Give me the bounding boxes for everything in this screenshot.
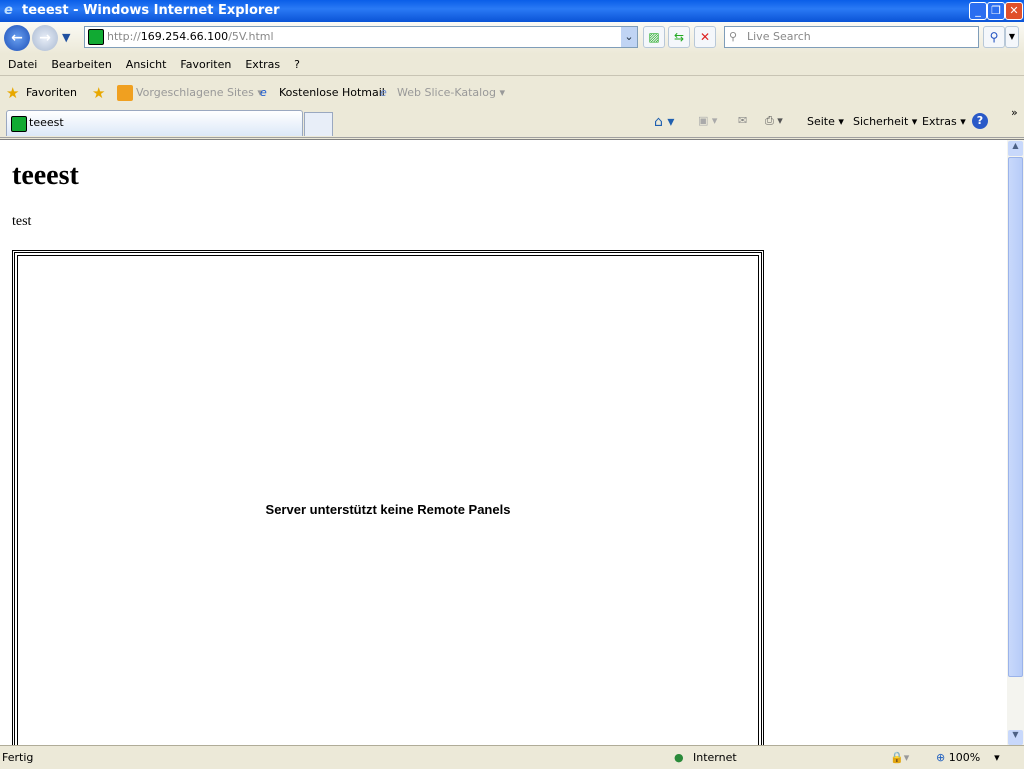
menu-extras[interactable]: Extras xyxy=(245,58,280,71)
page-heading: teeest xyxy=(12,160,79,191)
print-icon[interactable]: ⎙ ▾ xyxy=(765,114,783,128)
title-bar: e teeest - Windows Internet Explorer xyxy=(0,0,1024,22)
labview-favicon-icon xyxy=(88,29,104,45)
globe-icon: ● xyxy=(674,751,684,764)
scroll-up-button[interactable]: ▲ xyxy=(1008,141,1023,156)
address-row: ← → ▼ http://169.254.66.100/5V.html ⌄ ▨ … xyxy=(0,22,1024,54)
scroll-down-button[interactable]: ▼ xyxy=(1008,730,1023,745)
zoom-level: 100% xyxy=(948,751,981,764)
tools-menu-label: Extras xyxy=(922,115,957,128)
close-button[interactable]: ✕ xyxy=(1005,2,1023,20)
favorites-bar: ★ Favoriten ★ Vorgeschlagene Sites ▾ e K… xyxy=(0,78,1024,108)
star-icon: ★ xyxy=(6,84,20,102)
suggested-sites-link[interactable]: Vorgeschlagene Sites ▾ xyxy=(136,78,263,108)
protected-mode-icon[interactable]: 🔒▾ xyxy=(890,746,909,769)
search-button[interactable]: ⚲ xyxy=(983,26,1005,48)
web-slice-icon: e xyxy=(380,86,387,99)
page-menu-label: Seite xyxy=(807,115,835,128)
home-icon[interactable]: ⌂ ▾ xyxy=(654,114,674,130)
security-menu[interactable]: Sicherheit ▾ xyxy=(853,115,917,128)
status-bar: Fertig ● Internet 🔒▾ ⊕ 100% ▾ xyxy=(0,745,1024,768)
security-menu-label: Sicherheit xyxy=(853,115,909,128)
mail-icon[interactable]: ✉ xyxy=(738,114,747,127)
menu-bearbeiten[interactable]: Bearbeiten xyxy=(51,58,111,71)
menu-help[interactable]: ? xyxy=(294,58,300,71)
page-text: test xyxy=(12,214,32,229)
new-tab-button[interactable] xyxy=(304,112,333,136)
url-host: 169.254.66.100 xyxy=(140,30,229,43)
help-icon[interactable]: ? xyxy=(972,113,988,129)
scroll-thumb[interactable] xyxy=(1008,157,1023,677)
add-favorite-icon[interactable]: ★ xyxy=(92,78,105,108)
tab-title: teeest xyxy=(29,116,64,129)
page-content: teeest test Server unterstützt keine Rem… xyxy=(0,139,1024,745)
zoom-control[interactable]: ⊕ 100% ▾ xyxy=(936,746,1000,769)
menu-datei[interactable]: Datei xyxy=(8,58,37,71)
compatibility-view-button[interactable]: ▨ xyxy=(643,26,665,48)
suggested-sites-icon xyxy=(117,85,133,101)
restore-button[interactable]: ❐ xyxy=(987,2,1005,20)
menu-ansicht[interactable]: Ansicht xyxy=(126,58,167,71)
minimize-button[interactable]: _ xyxy=(969,2,987,20)
web-slice-link[interactable]: Web Slice-Katalog ▾ xyxy=(397,78,505,108)
ie-logo-icon: e xyxy=(4,3,13,18)
panel-message: Server unterstützt keine Remote Panels xyxy=(265,502,511,517)
search-options-dropdown[interactable]: ▼ xyxy=(1005,26,1019,48)
chevron-more-icon[interactable]: » xyxy=(1011,106,1018,119)
labview-favicon-icon xyxy=(11,116,27,132)
tab-teeest[interactable]: teeest xyxy=(6,110,303,136)
url-path: /5V.html xyxy=(228,30,274,43)
feeds-icon[interactable]: ▣ ▾ xyxy=(698,114,717,127)
search-icon: ⚲ xyxy=(729,30,738,43)
security-zone: Internet xyxy=(693,751,737,764)
tools-menu[interactable]: Extras ▾ xyxy=(922,115,966,128)
menu-bar: Datei Bearbeiten Ansicht Favoriten Extras? xyxy=(0,54,1024,76)
hotmail-link[interactable]: Kostenlose Hotmail xyxy=(279,78,385,108)
address-dropdown[interactable]: ⌄ xyxy=(621,27,637,47)
window-title: teeest - Windows Internet Explorer xyxy=(22,3,280,18)
menu-favoriten[interactable]: Favoriten xyxy=(180,58,231,71)
refresh-button[interactable]: ⇆ xyxy=(668,26,690,48)
favorites-button[interactable]: Favoriten xyxy=(26,78,77,108)
zoom-icon: ⊕ xyxy=(936,751,946,764)
suggested-sites-label: Vorgeschlagene Sites xyxy=(136,86,254,99)
address-bar[interactable]: http://169.254.66.100/5V.html ⌄ xyxy=(84,26,638,48)
remote-panel-frame: Server unterstützt keine Remote Panels xyxy=(12,250,764,745)
back-button[interactable]: ← xyxy=(4,25,30,51)
web-slice-label: Web Slice-Katalog xyxy=(397,86,496,99)
page-menu[interactable]: Seite ▾ xyxy=(807,115,844,128)
vertical-scrollbar[interactable]: ▲ ▼ xyxy=(1007,140,1024,745)
hotmail-icon: e xyxy=(260,86,267,99)
recent-pages-dropdown[interactable]: ▼ xyxy=(62,31,70,44)
forward-button[interactable]: → xyxy=(32,25,58,51)
remote-panel: Server unterstützt keine Remote Panels xyxy=(17,255,759,745)
search-placeholder: Live Search xyxy=(747,30,811,43)
search-input[interactable]: ⚲ Live Search xyxy=(724,26,979,48)
tab-row: teeest ⌂ ▾ ▣ ▾ ✉ ⎙ ▾ Seite ▾ Sicherheit … xyxy=(0,106,1024,138)
status-text: Fertig xyxy=(2,751,34,764)
stop-button[interactable]: ✕ xyxy=(694,26,716,48)
url-prefix: http:// xyxy=(107,30,141,43)
